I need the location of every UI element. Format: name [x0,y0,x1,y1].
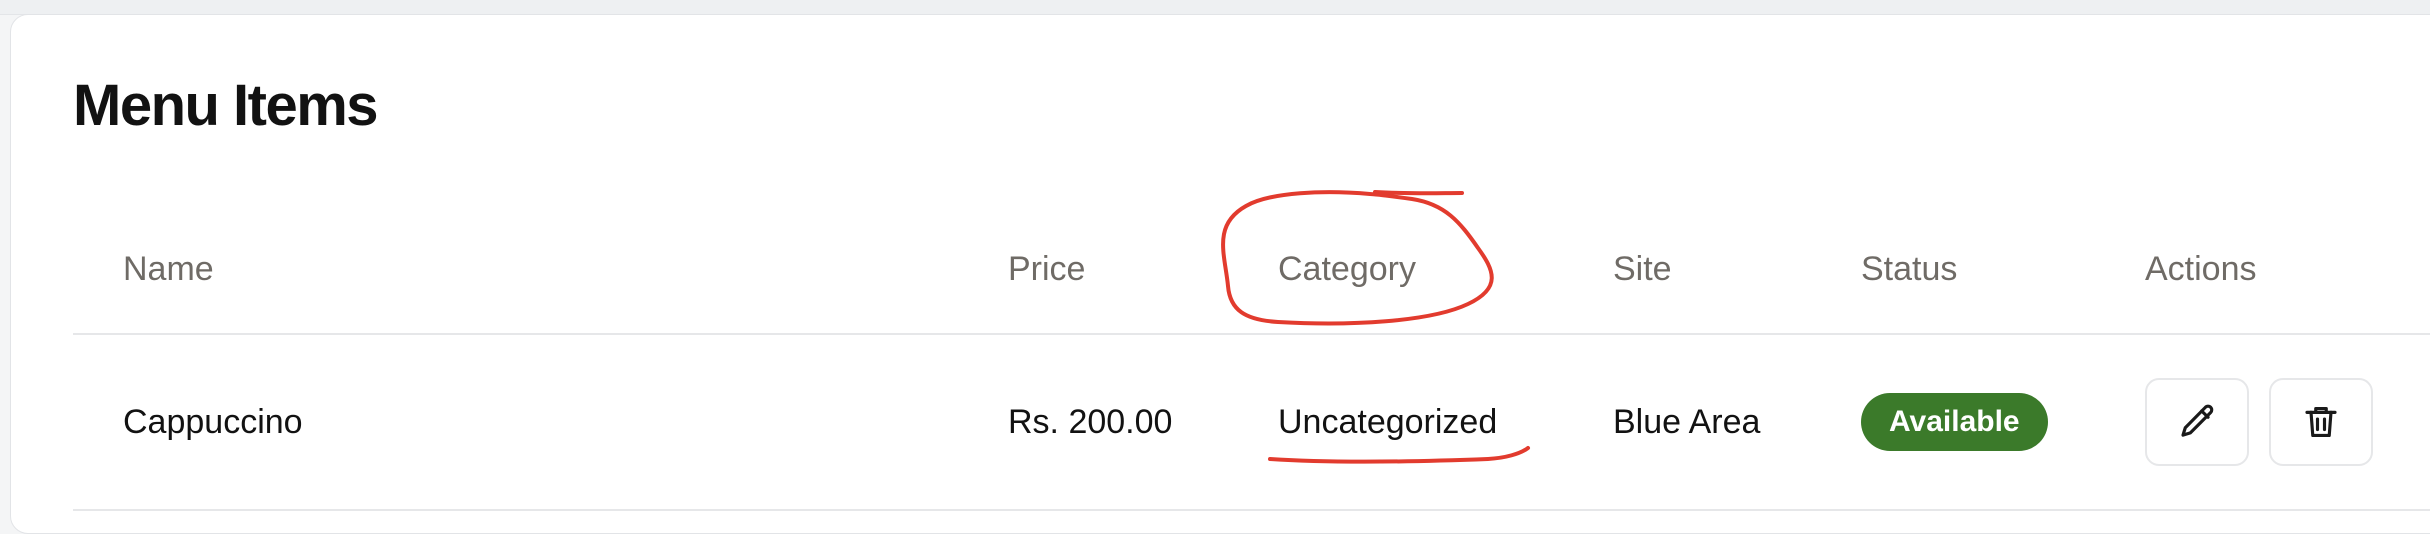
pencil-icon [2181,404,2214,437]
trash-icon [2305,406,2337,438]
menu-items-table: Name Price Category Site Status Actions … [73,205,2430,511]
menu-item-status-cell: Available [1861,335,2048,509]
menu-item-price: Rs. 200.00 [1008,402,1173,441]
column-header-name: Name [123,249,214,288]
status-badge: Available [1861,393,2048,451]
menu-item-name: Cappuccino [123,402,303,441]
menu-item-category: Uncategorized [1278,402,1498,441]
page-title: Menu Items [73,73,379,138]
delete-button[interactable] [2269,378,2373,466]
column-header-price: Price [1008,249,1086,288]
menu-items-card: Menu Items Name Price Category Site Stat… [10,14,2430,534]
top-border [0,0,2430,15]
column-header-status: Status [1861,249,1958,288]
edit-button[interactable] [2145,378,2249,466]
table-header-row: Name Price Category Site Status Actions [73,205,2430,335]
column-header-actions: Actions [2145,249,2257,288]
menu-item-actions [2145,335,2393,509]
column-header-site: Site [1613,249,1672,288]
column-header-category: Category [1278,249,1416,288]
table-row: Cappuccino Rs. 200.00 Uncategorized Blue… [73,335,2430,511]
menu-item-site: Blue Area [1613,402,1761,441]
